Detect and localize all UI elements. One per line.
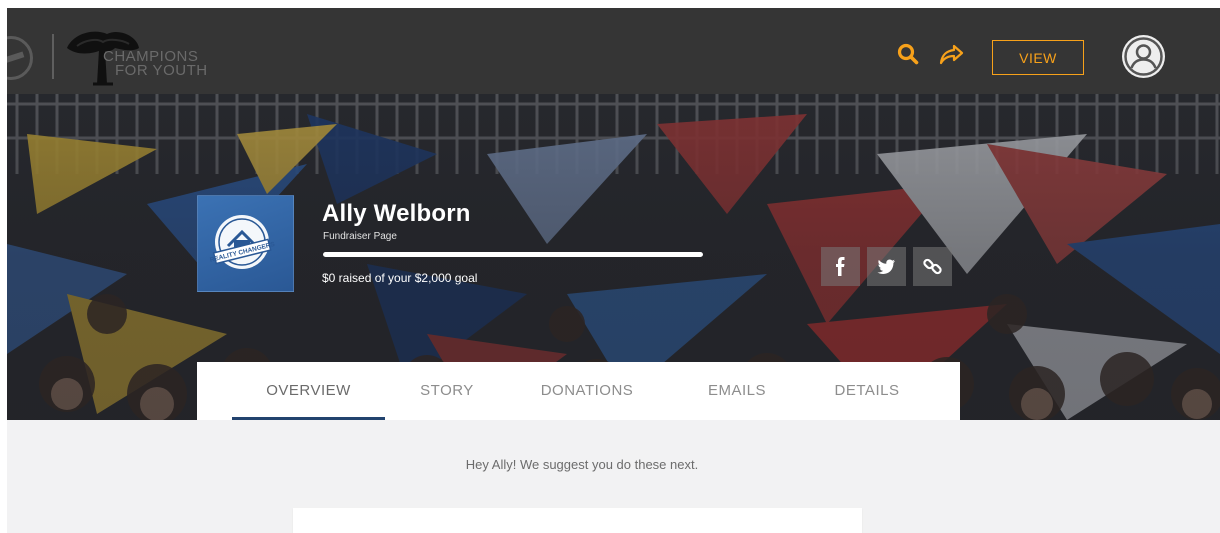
fundraiser-name: Ally Welborn <box>322 200 471 227</box>
facebook-share-button[interactable] <box>821 247 860 286</box>
organization-logo-badge: REALITY CHANGERS <box>197 195 294 292</box>
logo-divider <box>52 34 54 79</box>
tab-overview[interactable]: OVERVIEW <box>232 362 385 420</box>
share-icon[interactable] <box>939 41 965 67</box>
brand-wordmark[interactable]: CHAMPIONS FOR YOUTH <box>103 49 208 79</box>
page-tabs: OVERVIEW STORY DONATIONS EMAILS DETAILS <box>197 362 960 420</box>
twitter-share-button[interactable] <box>867 247 906 286</box>
tab-emails[interactable]: EMAILS <box>687 362 787 420</box>
partner-seal-icon <box>7 36 33 80</box>
search-icon[interactable] <box>897 43 919 65</box>
facebook-icon <box>836 257 845 276</box>
page: CHAMPIONS FOR YOUTH VIEW REALITY CHANGER… <box>7 8 1220 533</box>
tab-story[interactable]: STORY <box>402 362 492 420</box>
fundraising-progress-bar <box>323 252 703 257</box>
reality-changers-logo: REALITY CHANGERS <box>209 215 276 269</box>
progress-fill <box>323 252 703 257</box>
link-icon <box>923 258 942 275</box>
top-navigation-bar: CHAMPIONS FOR YOUTH VIEW <box>7 8 1220 94</box>
fundraiser-subtitle: Fundraiser Page <box>323 231 397 242</box>
raised-amount-text: $0 raised of your $2,000 goal <box>322 271 478 285</box>
user-avatar[interactable] <box>1122 35 1165 78</box>
tab-donations[interactable]: DONATIONS <box>527 362 647 420</box>
view-button[interactable]: VIEW <box>992 40 1084 75</box>
active-tab-indicator <box>232 417 385 420</box>
suggestion-card <box>293 508 862 533</box>
twitter-icon <box>877 259 895 274</box>
brand-line-2: FOR YOUTH <box>115 62 208 79</box>
user-icon <box>1124 37 1163 76</box>
copy-link-button[interactable] <box>913 247 952 286</box>
tab-details[interactable]: DETAILS <box>817 362 917 420</box>
suggestion-text: Hey Ally! We suggest you do these next. <box>465 457 699 472</box>
